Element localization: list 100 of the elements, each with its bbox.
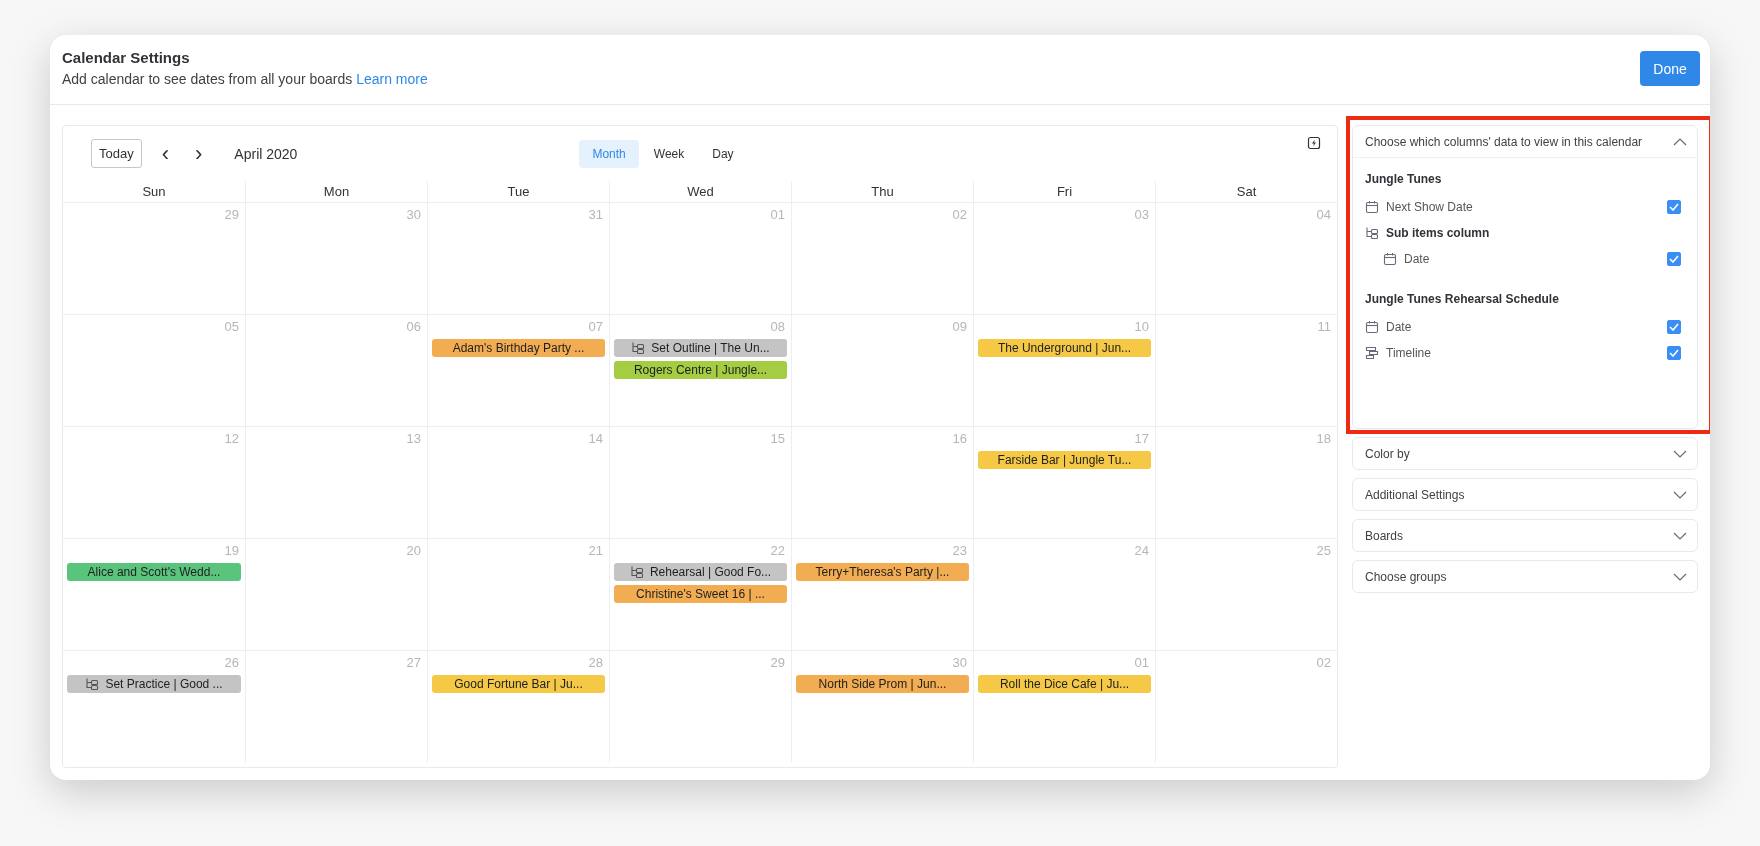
learn-more-link[interactable]: Learn more — [356, 71, 428, 87]
day-number: 29 — [223, 207, 240, 223]
day-number: 08 — [769, 319, 786, 335]
checkmark-icon — [1669, 203, 1679, 211]
view-tab[interactable]: Week — [640, 139, 698, 168]
weekday-header: Tue — [427, 181, 609, 203]
event-chip[interactable]: Roll the Dice Cafe | Ju... — [978, 675, 1151, 693]
section-title: Boards — [1365, 528, 1404, 543]
day-number: 02 — [1315, 655, 1332, 671]
event-title: Roll the Dice Cafe | Ju... — [999, 677, 1130, 691]
event-title: Christine's Sweet 16 | ... — [636, 587, 765, 601]
day-number: 23 — [951, 543, 968, 559]
event-title: North Side Prom | Jun... — [818, 677, 947, 691]
checkbox[interactable] — [1667, 252, 1681, 266]
weekday-header: Mon — [245, 181, 427, 203]
view-tab[interactable]: Day — [699, 139, 747, 168]
calendar-icon — [1365, 320, 1379, 334]
subitems-icon — [629, 565, 644, 579]
day-number: 18 — [1315, 431, 1332, 447]
previous-button[interactable]: ‹ — [155, 143, 176, 164]
event-chip[interactable]: Adam's Birthday Party ... — [432, 339, 605, 357]
day-number: 20 — [405, 543, 422, 559]
day-number: 03 — [1133, 207, 1150, 223]
event-chip[interactable]: Rogers Centre | Jungle... — [614, 361, 787, 379]
calendar-icon — [1383, 252, 1397, 266]
event-title: Rehearsal | Good Fo... — [649, 565, 772, 579]
day-number: 25 — [1315, 543, 1332, 559]
event-chip[interactable]: Terry+Theresa's Party |... — [796, 563, 969, 581]
column-label: Date — [1386, 320, 1412, 334]
event-title: Terry+Theresa's Party |... — [815, 565, 950, 579]
column-label: Next Show Date — [1386, 200, 1473, 214]
checkbox[interactable] — [1667, 200, 1681, 214]
section-title: Choose groups — [1365, 569, 1447, 584]
event-title: Adam's Birthday Party ... — [452, 341, 585, 355]
today-button[interactable]: Today — [91, 139, 142, 168]
day-number: 29 — [769, 655, 786, 671]
done-button[interactable]: Done — [1640, 51, 1700, 86]
day-number: 24 — [1133, 543, 1150, 559]
checkbox[interactable] — [1667, 346, 1681, 360]
day-number: 04 — [1315, 207, 1332, 223]
section-title: Additional Settings — [1365, 487, 1465, 502]
day-number: 22 — [769, 543, 786, 559]
column-label: Timeline — [1386, 346, 1431, 360]
weekday-header: Fri — [973, 181, 1155, 203]
day-number: 01 — [769, 207, 786, 223]
calendar-icon — [1365, 200, 1379, 214]
column-label: Date — [1404, 252, 1430, 266]
day-number: 09 — [951, 319, 968, 335]
day-number: 12 — [223, 431, 240, 447]
event-chip[interactable]: Rehearsal | Good Fo... — [614, 563, 787, 581]
expand-chevron-icon[interactable] — [1673, 572, 1687, 581]
day-number: 02 — [951, 207, 968, 223]
dialog-title: Calendar Settings — [62, 49, 191, 66]
event-chip[interactable]: Farside Bar | Jungle Tu... — [978, 451, 1151, 469]
day-number: 15 — [769, 431, 786, 447]
event-title: Rogers Centre | Jungle... — [633, 363, 768, 377]
day-number: 01 — [1133, 655, 1150, 671]
checkmark-icon — [1669, 349, 1679, 357]
day-number: 16 — [951, 431, 968, 447]
weekday-header: Sun — [63, 181, 245, 203]
event-title: Farside Bar | Jungle Tu... — [997, 453, 1132, 467]
timeline-icon — [1365, 346, 1379, 360]
event-chip[interactable]: Set Practice | Good ... — [67, 675, 241, 693]
day-number: 05 — [223, 319, 240, 335]
weekday-header: Sat — [1155, 181, 1337, 203]
subitems-icon — [85, 677, 100, 691]
event-chip[interactable]: Christine's Sweet 16 | ... — [614, 585, 787, 603]
expand-chevron-icon[interactable] — [1673, 531, 1687, 540]
expand-chevron-icon[interactable] — [1673, 449, 1687, 458]
checkbox[interactable] — [1667, 320, 1681, 334]
event-title: The Underground | Jun... — [997, 341, 1132, 355]
month-label: April 2020 — [234, 145, 298, 162]
event-chip[interactable]: The Underground | Jun... — [978, 339, 1151, 357]
event-chip[interactable]: Alice and Scott's Wedd... — [67, 563, 241, 581]
section-title: Color by — [1365, 446, 1410, 461]
board-name: Jungle Tunes — [1365, 172, 1443, 186]
subitems-icon — [1365, 226, 1379, 240]
event-title: Set Outline | The Un... — [651, 341, 770, 355]
checkmark-icon — [1669, 255, 1679, 263]
day-number: 17 — [1133, 431, 1150, 447]
next-button[interactable]: › — [189, 143, 209, 164]
expand-chevron-icon[interactable] — [1673, 490, 1687, 499]
collapse-chevron-icon[interactable] — [1673, 137, 1687, 146]
day-number: 06 — [405, 319, 422, 335]
event-title: Alice and Scott's Wedd... — [87, 565, 221, 579]
day-number: 31 — [587, 207, 604, 223]
dialog-description: Add calendar to see dates from all your boards Learn more — [62, 71, 428, 87]
day-number: 21 — [587, 543, 604, 559]
group-label: Sub items column — [1386, 226, 1490, 240]
day-number: 10 — [1133, 319, 1150, 335]
day-number: 28 — [587, 655, 604, 671]
day-number: 07 — [587, 319, 604, 335]
event-chip[interactable]: Set Outline | The Un... — [614, 339, 787, 357]
export-icon[interactable] — [1307, 135, 1321, 150]
event-title: Set Practice | Good ... — [105, 677, 223, 691]
subitems-icon — [631, 341, 646, 355]
day-number: 27 — [405, 655, 422, 671]
event-chip[interactable]: North Side Prom | Jun... — [796, 675, 969, 693]
day-number: 13 — [405, 431, 422, 447]
event-chip[interactable]: Good Fortune Bar | Ju... — [432, 675, 605, 693]
